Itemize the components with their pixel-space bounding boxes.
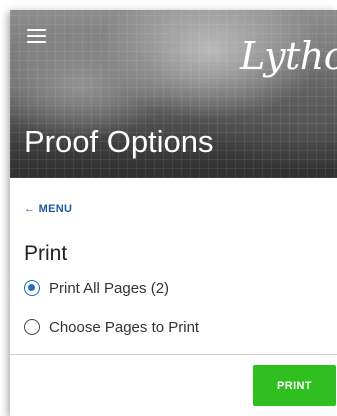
radio-print-all-pages[interactable] — [24, 280, 40, 296]
back-to-menu-link[interactable]: ← MENU — [24, 203, 72, 215]
option-label-choose-pages: Choose Pages to Print — [49, 318, 200, 336]
option-label-print-all: Print All Pages (2) — [49, 279, 170, 297]
divider — [10, 354, 337, 355]
option-choose-pages[interactable]: Choose Pages to Print — [24, 317, 199, 337]
brand-logo: Lytho — [240, 34, 337, 78]
hamburger-menu-icon[interactable] — [27, 29, 46, 43]
print-section-title: Print — [24, 242, 68, 265]
page-title: Proof Options — [24, 124, 214, 159]
proof-options-panel: Lytho Proof Options ← MENU Print Print A… — [10, 10, 337, 416]
radio-choose-pages[interactable] — [24, 319, 40, 335]
header-banner: Lytho Proof Options — [10, 10, 337, 178]
print-button[interactable]: PRINT — [253, 365, 336, 406]
option-print-all-pages[interactable]: Print All Pages (2) — [24, 278, 169, 298]
